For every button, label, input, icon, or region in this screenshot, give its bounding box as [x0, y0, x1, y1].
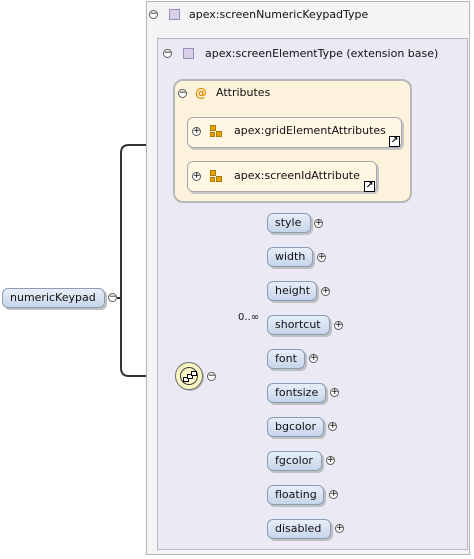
attribute-icon [210, 170, 222, 182]
element-node-disabled[interactable]: disabled [267, 519, 331, 539]
attribute-icon [210, 125, 222, 137]
attributes-group-label: Attributes [216, 86, 271, 99]
element-node-fontsize[interactable]: fontsize [267, 383, 326, 403]
expand-toggle-attribute[interactable]: + [192, 127, 201, 136]
link-arrow-icon[interactable]: ↗ [389, 136, 400, 147]
expand-toggle-bgcolor[interactable]: + [328, 422, 337, 431]
collapse-toggle-sequence[interactable]: − [207, 372, 216, 381]
sequence-compositor-icon[interactable] [175, 362, 203, 390]
root-element-node[interactable]: numericKeypad [2, 288, 105, 308]
expand-toggle-width[interactable]: + [317, 253, 326, 262]
expand-toggle-floating[interactable]: + [329, 490, 338, 499]
expand-toggle-attribute[interactable]: + [192, 172, 201, 181]
link-arrow-icon[interactable]: ↗ [364, 181, 375, 192]
attribute-label: apex:gridElementAttributes [234, 124, 386, 137]
element-node-width[interactable]: width [267, 247, 313, 267]
complex-type-icon [169, 9, 180, 20]
expand-toggle-font[interactable]: + [309, 354, 318, 363]
element-node-floating[interactable]: floating [267, 485, 324, 505]
element-node-bgcolor[interactable]: bgcolor [267, 417, 324, 437]
expand-toggle-height[interactable]: + [321, 287, 330, 296]
expand-toggle-disabled[interactable]: + [335, 524, 344, 533]
expand-toggle-fgcolor[interactable]: + [326, 456, 335, 465]
attribute-group-icon: @ [195, 86, 207, 100]
complex-type-label: apex:screenNumericKeypadType [189, 8, 369, 21]
collapse-toggle-extension[interactable]: − [163, 49, 172, 58]
element-node-shortcut[interactable]: shortcut [267, 315, 330, 335]
element-node-style[interactable]: style [267, 213, 311, 233]
collapse-toggle-type[interactable]: − [149, 10, 158, 19]
attribute-label: apex:screenIdAttribute [234, 169, 360, 182]
element-node-font[interactable]: font [267, 349, 305, 369]
collapse-toggle-root[interactable]: − [108, 293, 117, 302]
occurrence-label: 0..∞ [238, 312, 260, 323]
extension-type-icon [183, 48, 194, 59]
element-node-fgcolor[interactable]: fgcolor [267, 451, 322, 471]
element-node-height[interactable]: height [267, 281, 317, 301]
collapse-toggle-attributes[interactable]: − [178, 89, 187, 98]
extension-label: apex:screenElementType (extension base) [205, 47, 439, 60]
expand-toggle-fontsize[interactable]: + [330, 388, 339, 397]
expand-toggle-style[interactable]: + [314, 219, 323, 228]
expand-toggle-shortcut[interactable]: + [334, 321, 343, 330]
